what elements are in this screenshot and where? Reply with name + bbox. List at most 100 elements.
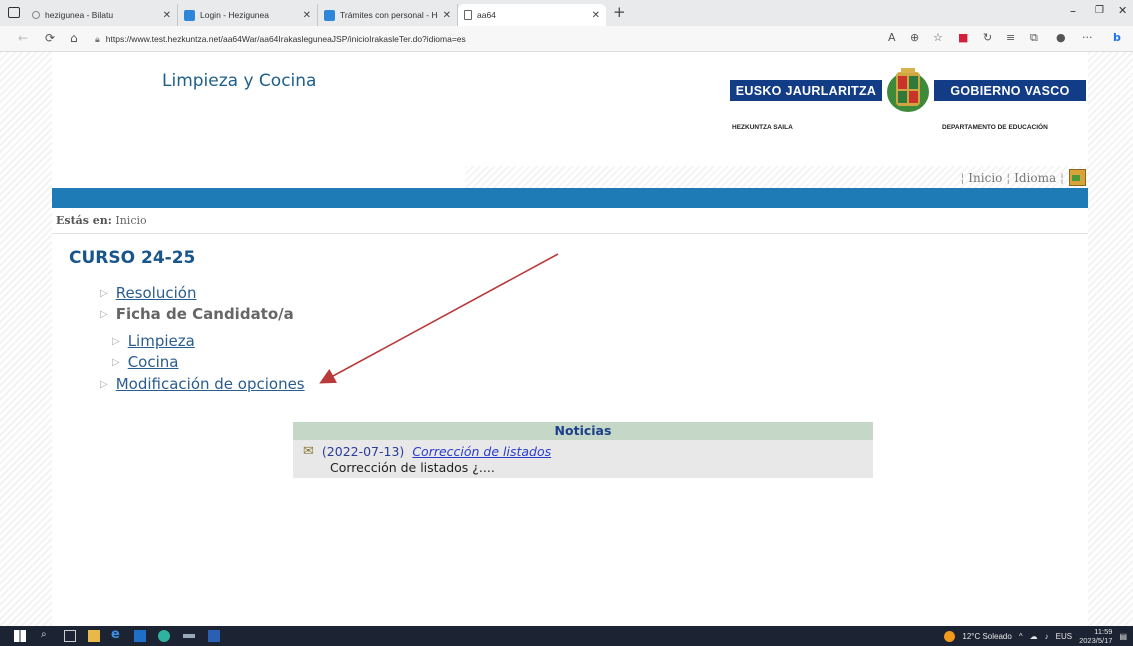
separator: ¦: [1059, 171, 1064, 185]
tab-hezigunea-search[interactable]: hezigunea - Bilatu ✕: [26, 4, 178, 26]
language-indicator[interactable]: EUS: [1056, 632, 1072, 641]
triangle-bullet-icon: ▷: [100, 308, 108, 320]
network-icon[interactable]: ☁: [1030, 632, 1038, 641]
ficha-label: Ficha de Candidato/a: [115, 305, 294, 323]
blue-banner: [52, 188, 1088, 208]
clock-date: 2023/5/17: [1079, 636, 1113, 645]
logo-band-right: GOBIERNO VASCO: [934, 80, 1086, 101]
tab-title: Trámites con personal - Hezigun: [340, 10, 438, 20]
restore-icon[interactable]: ❐: [1095, 5, 1104, 16]
task-view-icon[interactable]: [64, 630, 76, 642]
volume-icon[interactable]: ♪: [1045, 632, 1049, 641]
limpieza-link[interactable]: Limpieza: [128, 332, 195, 350]
lock-icon: 🔒︎: [95, 33, 100, 44]
profile-icon[interactable]: ●: [1056, 31, 1066, 44]
favorite-icon[interactable]: ☆: [933, 31, 943, 44]
clock[interactable]: 11:59 2023/5/17: [1079, 627, 1112, 645]
page-viewport: Limpieza y Cocina EUSKO JAURLARITZA GOBI…: [0, 52, 1133, 626]
search-icon[interactable]: ⌕: [41, 629, 53, 641]
collections-icon[interactable]: ⧉: [1030, 31, 1038, 45]
divider: [52, 233, 1088, 234]
extension-icon[interactable]: ↻: [983, 31, 992, 44]
menu-item-resolucion: ▷ Resolución: [100, 284, 196, 302]
tray-chevron-icon[interactable]: ^: [1019, 632, 1023, 641]
edge-icon[interactable]: [158, 630, 170, 642]
tab-login[interactable]: Login - Hezigunea ✕: [178, 4, 318, 26]
tab-aa64[interactable]: aa64 ✕: [458, 4, 606, 26]
extension-icon[interactable]: ■: [958, 31, 968, 44]
weather-text[interactable]: 12°C Soleado: [962, 632, 1011, 641]
separator: ¦: [1006, 171, 1011, 185]
tab-tramites[interactable]: Trámites con personal - Hezigun ✕: [318, 4, 458, 26]
file-explorer-icon[interactable]: [88, 630, 100, 642]
page-content: Limpieza y Cocina EUSKO JAURLARITZA GOBI…: [52, 52, 1088, 626]
weather-icon: [944, 630, 956, 642]
inicio-link[interactable]: Inicio: [968, 171, 1002, 185]
triangle-bullet-icon: ▷: [100, 378, 108, 390]
menu-item-ficha: ▷ Ficha de Candidato/a: [100, 305, 294, 323]
minimize-icon[interactable]: –: [1070, 4, 1076, 18]
triangle-bullet-icon: ▷: [112, 356, 120, 368]
favorites-icon[interactable]: ≡: [1006, 31, 1015, 44]
news-date: (2022-07-13): [321, 444, 405, 459]
address-bar-row: ← ⟳ ⌂ 🔒︎ https://www.test.hezkuntza.net/…: [0, 26, 1133, 52]
breadcrumb-prefix: Estás en:: [56, 214, 112, 227]
modificacion-link[interactable]: Modificación de opciones: [116, 375, 305, 393]
coat-of-arms-icon: [886, 66, 930, 114]
close-tab-icon[interactable]: ✕: [163, 10, 171, 21]
news-item: ✉ (2022-07-13) Corrección de listados: [303, 444, 551, 459]
news-box: Noticias ✉ (2022-07-13) Corrección de li…: [293, 422, 873, 478]
system-tray: 12°C Soleado ^ ☁ ♪ EUS 11:59 2023/5/17 ▤: [944, 626, 1127, 646]
windows-start-icon[interactable]: [14, 630, 26, 642]
menu-item-cocina: ▷ Cocina: [112, 353, 178, 371]
top-links: ¦ Inicio ¦ Idioma ¦: [465, 166, 1088, 188]
close-window-icon[interactable]: ✕: [1118, 4, 1127, 17]
address-input[interactable]: 🔒︎ https://www.test.hezkuntza.net/aa64Wa…: [95, 29, 875, 49]
tab-title: aa64: [477, 10, 496, 20]
bing-icon[interactable]: b: [1113, 31, 1121, 44]
close-tab-icon[interactable]: ✕: [303, 10, 311, 21]
notifications-icon[interactable]: ▤: [1119, 632, 1127, 641]
word-icon[interactable]: [208, 630, 220, 642]
ie-icon[interactable]: e: [111, 627, 123, 642]
cocina-link[interactable]: Cocina: [128, 353, 179, 371]
gobierno-vasco-logo[interactable]: EUSKO JAURLARITZA GOBIERNO VASCO HEZKUNT…: [730, 66, 1086, 136]
menu-item-modificacion: ▷ Modificación de opciones: [100, 375, 305, 393]
breadcrumb: Estás en: Inicio: [56, 214, 147, 227]
separator: ¦: [960, 171, 965, 185]
news-link[interactable]: Corrección de listados: [412, 444, 551, 459]
hezigunea-icon: [324, 9, 335, 21]
read-aloud-icon[interactable]: A: [888, 31, 896, 44]
menu-item-limpieza: ▷ Limpieza: [112, 332, 195, 350]
envelope-icon: ✉: [303, 444, 314, 459]
app-icon[interactable]: [183, 634, 195, 638]
search-icon: [32, 11, 40, 19]
hezigunea-icon: [184, 9, 195, 21]
home-icon[interactable]: ⌂: [70, 31, 78, 45]
tab-title: Login - Hezigunea: [200, 10, 269, 20]
course-title: CURSO 24-25: [69, 248, 196, 268]
taskbar: ⌕ e 12°C Soleado ^ ☁ ♪ EUS 11:59 2023/5/…: [0, 626, 1133, 646]
resolucion-link[interactable]: Resolución: [116, 284, 197, 302]
outlook-icon[interactable]: [134, 630, 146, 642]
back-icon[interactable]: ←: [18, 31, 28, 45]
browser-tab-bar: hezigunea - Bilatu ✕ Login - Hezigunea ✕…: [0, 0, 1133, 26]
window-menu-icon[interactable]: [8, 7, 20, 18]
url-text: https://www.test.hezkuntza.net/aa64War/a…: [105, 34, 466, 44]
logo-sub-left: HEZKUNTZA SAILA: [732, 124, 793, 131]
site-title: Limpieza y Cocina: [162, 71, 317, 91]
news-header: Noticias: [293, 422, 873, 440]
new-tab-button[interactable]: +: [613, 3, 626, 21]
news-summary: Corrección de listados ¿....: [330, 460, 495, 475]
logo-band-left: EUSKO JAURLARITZA: [730, 80, 882, 101]
idioma-link[interactable]: Idioma: [1014, 171, 1056, 185]
more-icon[interactable]: ···: [1082, 31, 1093, 44]
exit-icon[interactable]: [1069, 169, 1086, 186]
refresh-icon[interactable]: ⟳: [45, 31, 55, 45]
close-tab-icon[interactable]: ✕: [443, 10, 451, 21]
triangle-bullet-icon: ▷: [112, 335, 120, 347]
tab-title: hezigunea - Bilatu: [45, 10, 114, 20]
zoom-icon[interactable]: ⊕: [910, 31, 919, 44]
close-tab-icon[interactable]: ✕: [592, 10, 600, 21]
page-icon: [464, 10, 472, 20]
